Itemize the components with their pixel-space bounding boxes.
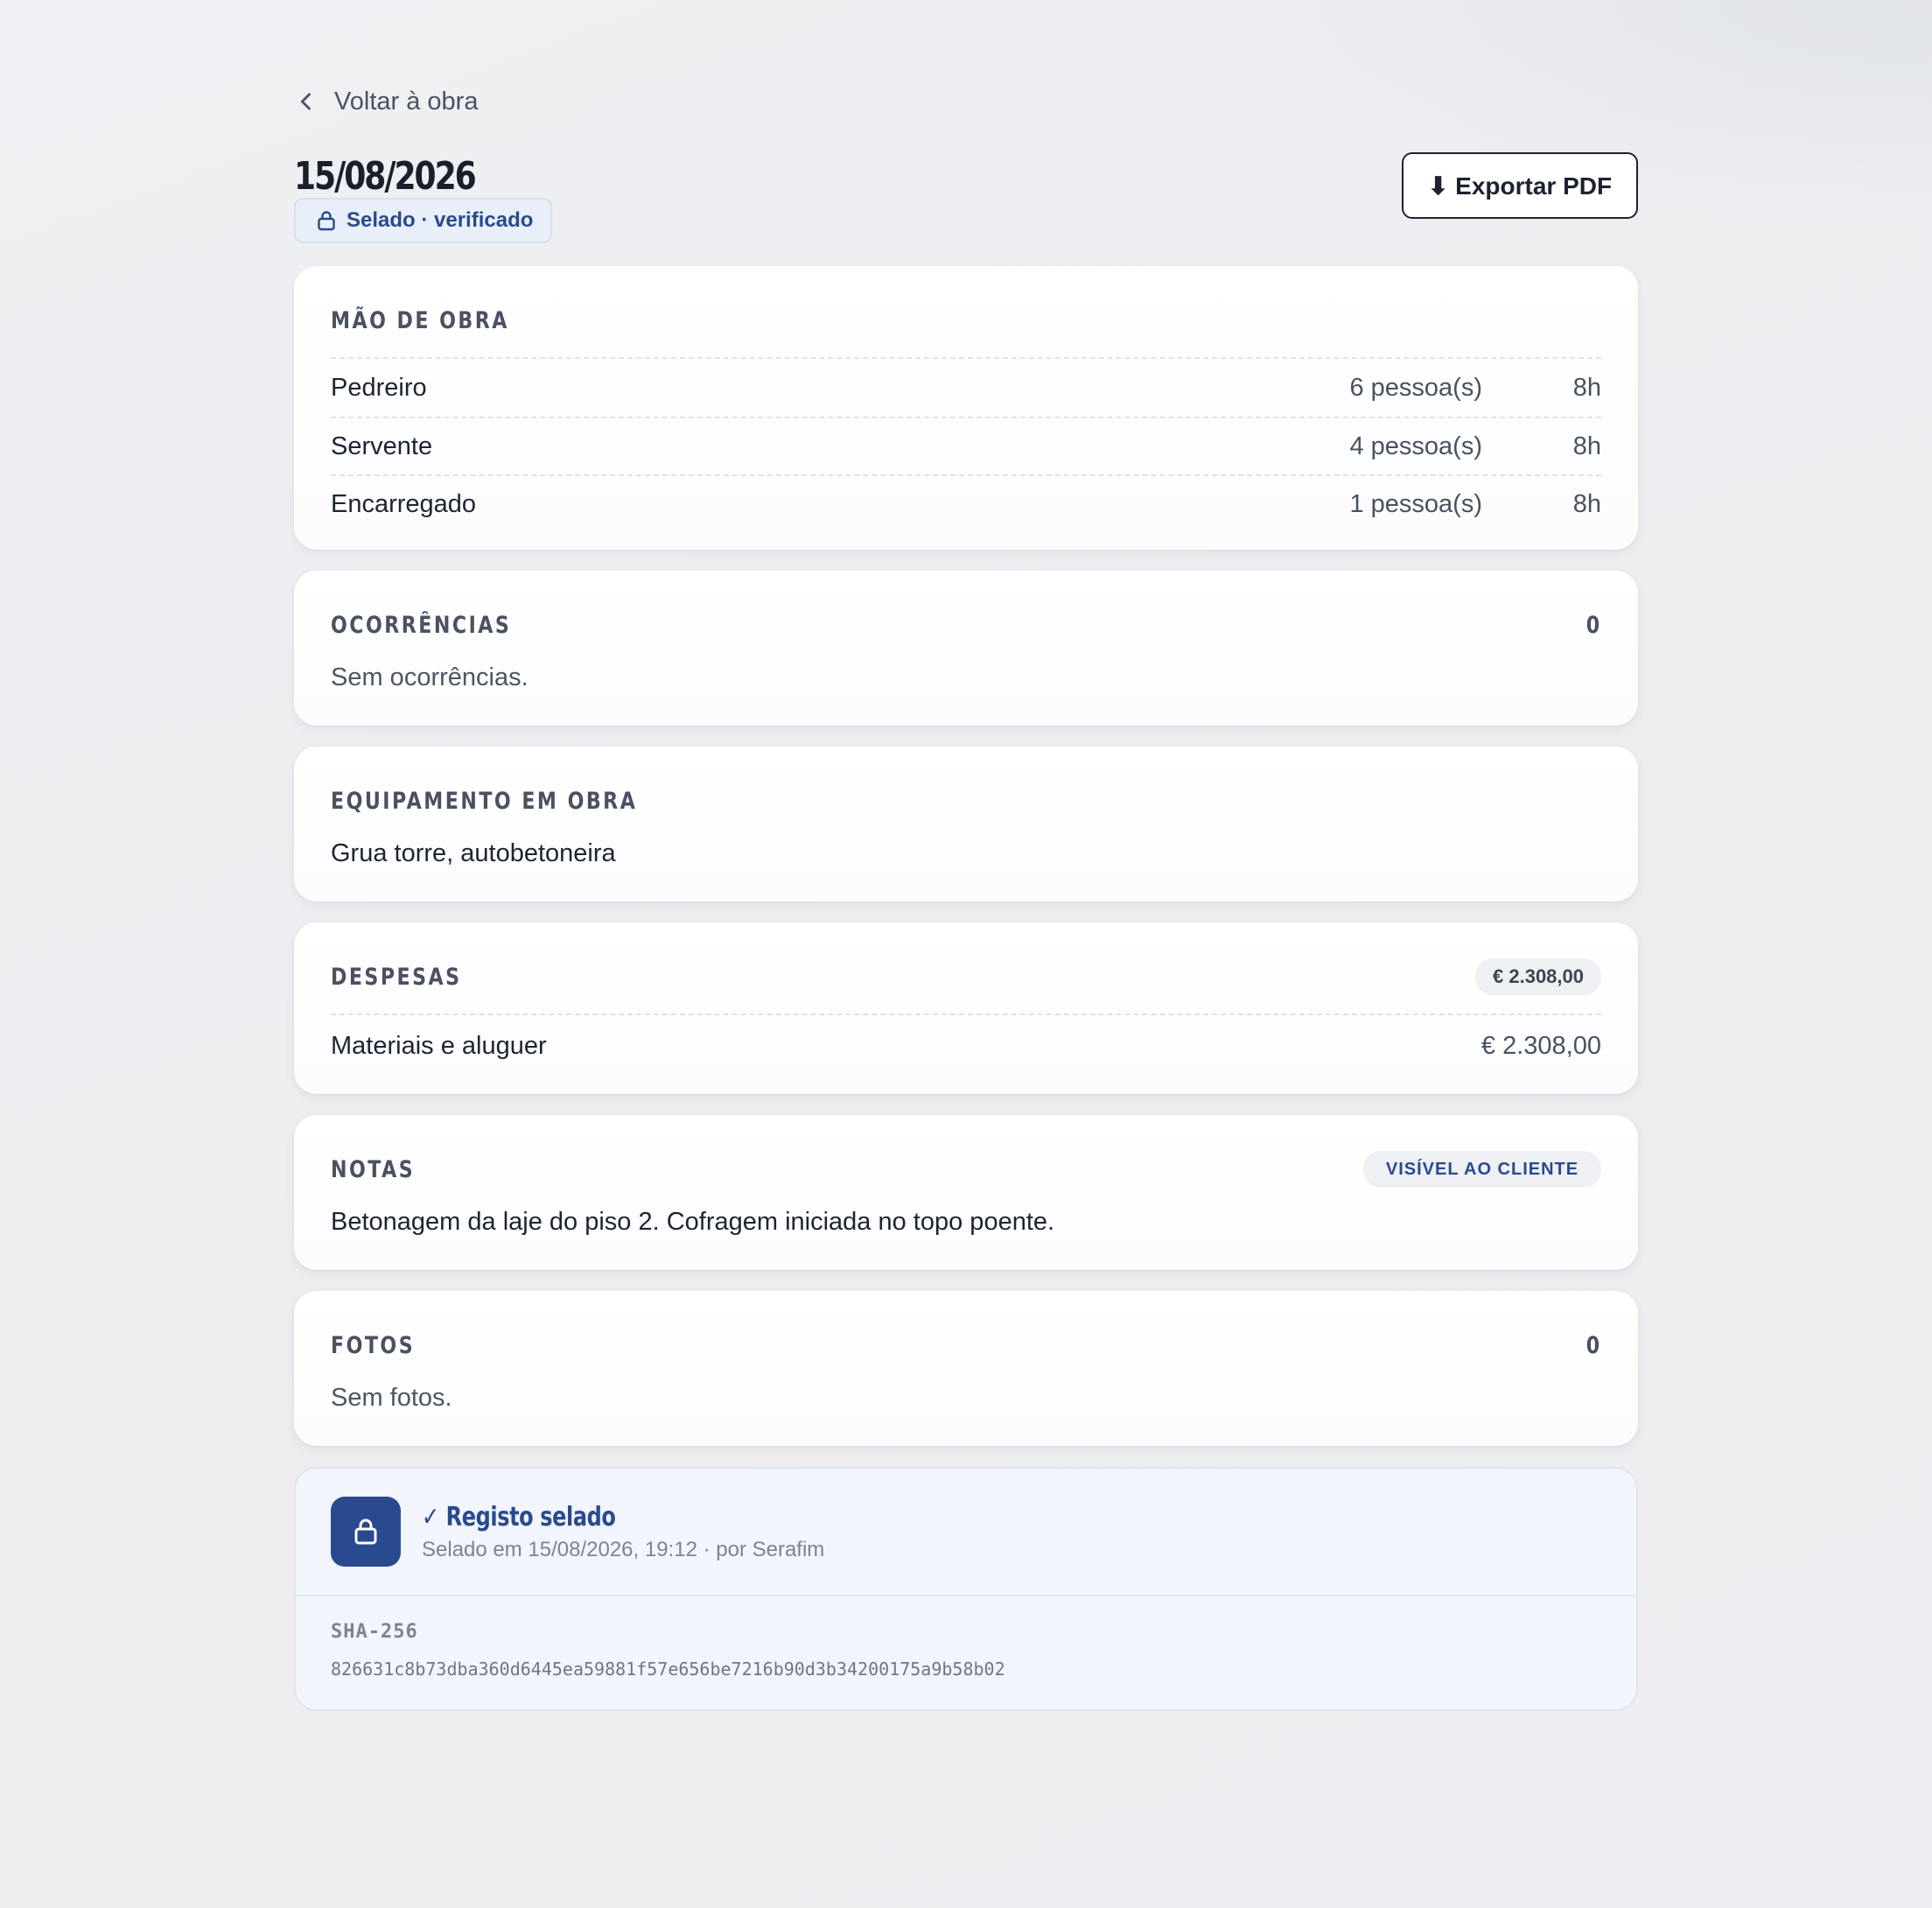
photos-count: 0	[1586, 1331, 1600, 1359]
labor-role: Pedreiro	[331, 373, 427, 402]
back-link[interactable]: Voltar à obra	[294, 84, 1638, 119]
occurrences-title: OCORRÊNCIAS	[331, 611, 512, 639]
labor-hours: 8h	[1572, 431, 1601, 460]
export-pdf-label: ⬇ Exportar PDF	[1427, 172, 1613, 200]
equipment-card: EQUIPAMENTO EM OBRA Grua torre, autobeto…	[294, 747, 1638, 901]
hash-value: 826631c8b73dba360d6445ea59881f57e656be72…	[331, 1659, 1005, 1680]
labor-role: Encarregado	[331, 489, 477, 518]
notes-card: NOTAS VISÍVEL AO CLIENTE Betonagem da la…	[294, 1115, 1638, 1270]
labor-hours: 8h	[1572, 373, 1601, 402]
labor-row: Servente 4 pessoa(s) 8h	[331, 417, 1601, 474]
labor-row: Pedreiro 6 pessoa(s) 8h	[331, 359, 1601, 417]
photos-card: FOTOS 0 Sem fotos.	[294, 1291, 1638, 1446]
notes-title: NOTAS	[331, 1155, 416, 1183]
sealed-badge-label: Selado · verificado	[346, 208, 534, 232]
page-title: 15/08/2026	[294, 154, 477, 199]
photos-empty: Sem fotos.	[331, 1384, 452, 1412]
labor-card: MÃO DE OBRA Pedreiro 6 pessoa(s) 8h Serv…	[294, 266, 1638, 550]
occurrences-count: 0	[1586, 611, 1600, 639]
page-header: 15/08/2026 Selado · verificado ⬇ Exporta…	[294, 152, 1638, 266]
labor-people: 1 pessoa(s)	[1349, 489, 1482, 518]
lock-icon	[318, 211, 335, 231]
expense-row: Materiais e aluguer € 2.308,00	[331, 1015, 1601, 1077]
lock-icon	[354, 1519, 377, 1545]
seal-title: ✓ Registo selado	[422, 1501, 616, 1533]
labor-hours: 8h	[1572, 489, 1601, 518]
labor-list: Pedreiro 6 pessoa(s) 8h Servente 4 pesso…	[331, 357, 1601, 532]
occurrences-card: OCORRÊNCIAS 0 Sem ocorrências.	[294, 571, 1638, 726]
visibility-badge: VISÍVEL AO CLIENTE	[1363, 1151, 1601, 1188]
labor-people: 4 pessoa(s)	[1349, 431, 1482, 460]
labor-role: Servente	[331, 431, 433, 460]
notes-text: Betonagem da laje do piso 2. Cofragem in…	[331, 1208, 1055, 1236]
labor-people: 6 pessoa(s)	[1349, 373, 1482, 402]
back-link-label: Voltar à obra	[334, 87, 479, 116]
hash-label: SHA-256	[331, 1621, 418, 1643]
equipment-text: Grua torre, autobetoneira	[331, 839, 616, 867]
expenses-card: DESPESAS € 2.308,00 Materiais e aluguer …	[294, 922, 1638, 1094]
equipment-title: EQUIPAMENTO EM OBRA	[331, 787, 638, 815]
expense-label: Materiais e aluguer	[331, 1031, 547, 1060]
labor-title: MÃO DE OBRA	[331, 306, 509, 334]
seal-subtitle: Selado em 15/08/2026, 19:12 · por Serafi…	[422, 1537, 825, 1561]
occurrences-empty: Sem ocorrências.	[331, 663, 528, 691]
page: Voltar à obra 15/08/2026 Selado · verifi…	[294, 84, 1638, 1711]
seal-card: ✓ Registo selado Selado em 15/08/2026, 1…	[294, 1467, 1638, 1711]
expenses-list: Materiais e aluguer € 2.308,00	[331, 1014, 1601, 1077]
expenses-total-badge: € 2.308,00	[1475, 958, 1601, 995]
expenses-title: DESPESAS	[331, 963, 462, 991]
seal-lock-badge	[331, 1497, 401, 1567]
export-pdf-button[interactable]: ⬇ Exportar PDF	[1402, 152, 1638, 219]
chevron-left-icon	[300, 93, 311, 110]
sealed-badge: Selado · verificado	[294, 198, 553, 243]
labor-row: Encarregado 1 pessoa(s) 8h	[331, 474, 1601, 532]
photos-title: FOTOS	[331, 1331, 416, 1359]
expense-amount: € 2.308,00	[1480, 1031, 1601, 1060]
